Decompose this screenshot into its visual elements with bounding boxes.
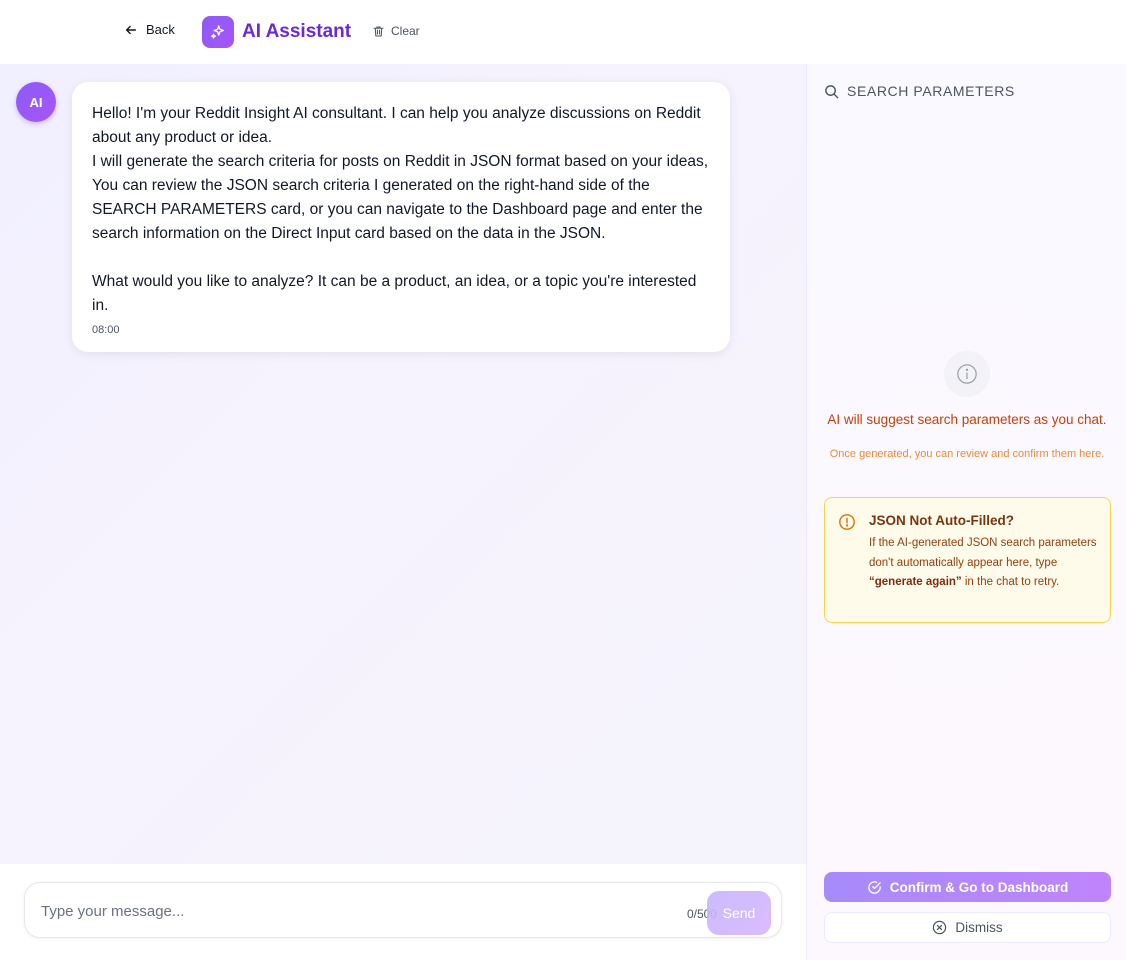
- dismiss-button[interactable]: Dismiss: [824, 912, 1111, 943]
- warning-text-end: in the chat to retry.: [961, 576, 1060, 588]
- send-button[interactable]: Send: [707, 891, 771, 935]
- confirm-dashboard-button[interactable]: Confirm & Go to Dashboard: [824, 872, 1111, 902]
- search-icon: [825, 84, 839, 98]
- clear-label: Clear: [391, 24, 420, 38]
- x-circle-icon: [933, 920, 947, 935]
- back-button[interactable]: Back: [124, 22, 175, 37]
- message-input[interactable]: [41, 899, 641, 923]
- dismiss-label: Dismiss: [955, 920, 1003, 935]
- warning-text: If the AI-generated JSON search paramete…: [869, 534, 1105, 593]
- json-warning-card: JSON Not Auto-Filled? If the AI-generate…: [824, 497, 1111, 623]
- chat-area: AI Hello! I'm your Reddit Insight AI con…: [0, 64, 806, 864]
- ai-avatar: AI: [16, 82, 56, 122]
- warning-text-start: If the AI-generated JSON search paramete…: [869, 537, 1097, 569]
- panel-heading: SEARCH PARAMETERS: [824, 83, 1015, 99]
- composer: 0/500 Send: [0, 864, 806, 960]
- sparkles-icon: [202, 16, 234, 48]
- arrow-left-icon: [125, 25, 137, 34]
- empty-state-subtitle: Once generated, you can review and confi…: [829, 448, 1105, 460]
- panel-heading-label: SEARCH PARAMETERS: [847, 83, 1015, 99]
- message-text-details: I will generate the search criteria for …: [92, 153, 708, 242]
- check-circle-icon: [867, 880, 881, 894]
- warning-title: JSON Not Auto-Filled?: [869, 513, 1014, 528]
- warning-command: “generate again”: [869, 576, 962, 588]
- empty-state-title: AI will suggest search parameters as you…: [827, 412, 1107, 427]
- top-bar: Back AI Assistant Clear: [0, 0, 1126, 64]
- page-title: AI Assistant: [242, 21, 352, 42]
- message-input-box: 0/500 Send: [24, 882, 782, 938]
- message-text-intro: Hello! I'm your Reddit Insight AI consul…: [92, 105, 701, 146]
- clear-button[interactable]: Clear: [372, 24, 420, 38]
- message-text-question: What would you like to analyze? It can b…: [92, 273, 697, 314]
- alert-circle-icon: [839, 514, 855, 530]
- back-label: Back: [146, 22, 175, 37]
- message-bubble: Hello! I'm your Reddit Insight AI consul…: [72, 82, 730, 352]
- message-timestamp: 08:00: [92, 324, 120, 336]
- app-brand: AI Assistant: [202, 16, 351, 48]
- info-icon: [944, 351, 990, 397]
- confirm-label: Confirm & Go to Dashboard: [889, 879, 1069, 895]
- trash-icon: [373, 26, 384, 36]
- search-parameters-panel: SEARCH PARAMETERS AI will suggest search…: [806, 64, 1126, 960]
